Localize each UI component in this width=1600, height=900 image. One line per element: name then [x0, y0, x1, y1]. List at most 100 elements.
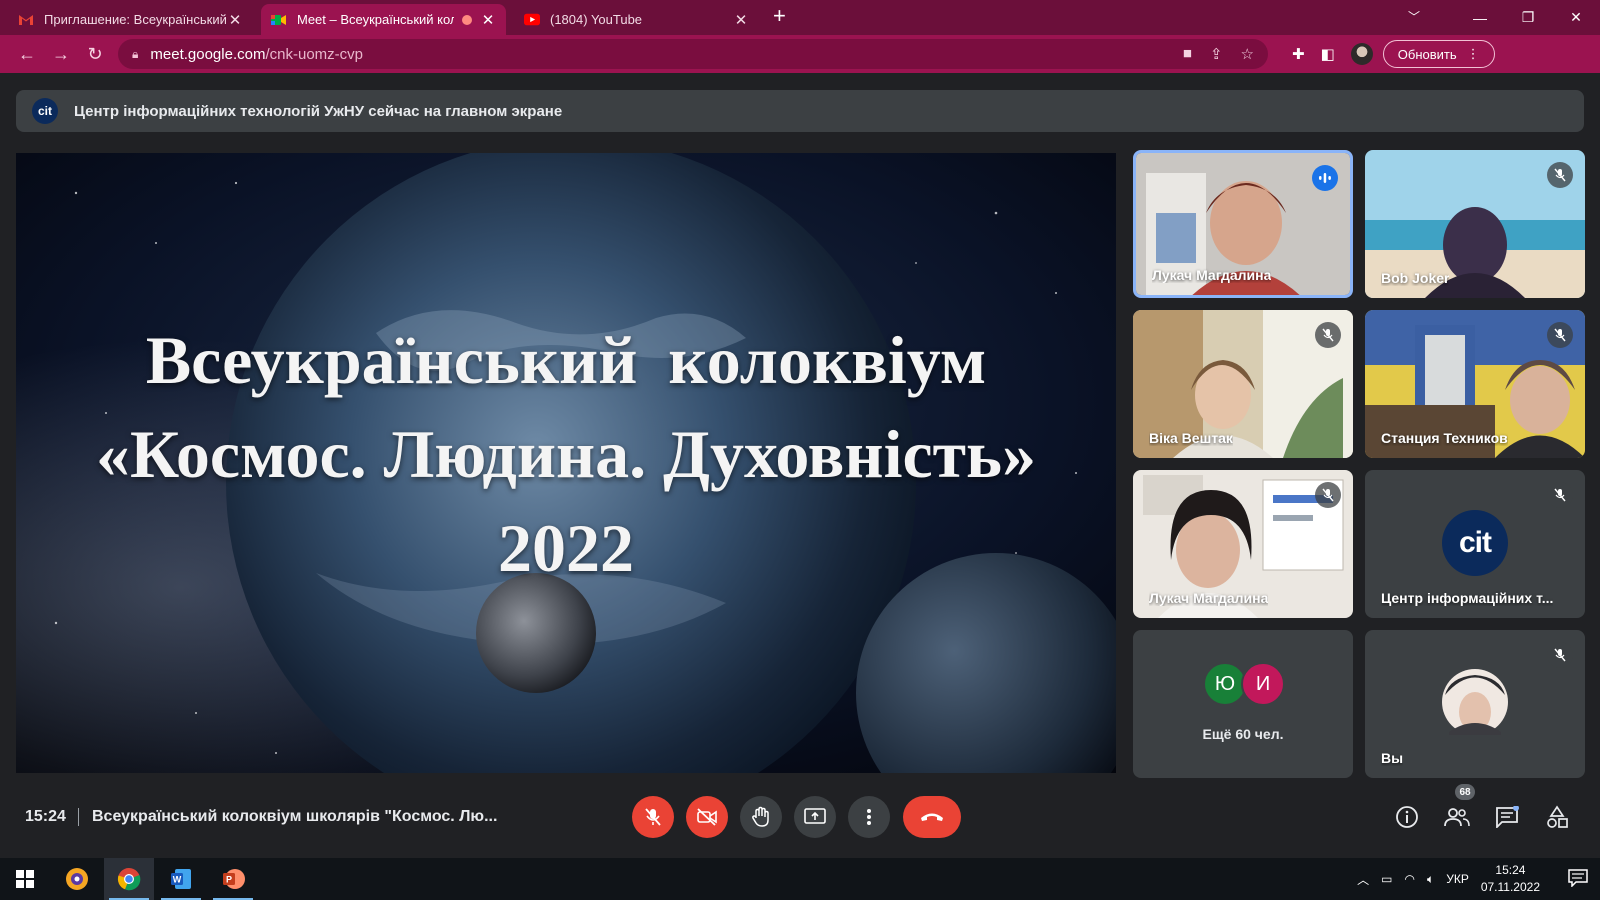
- camera-off-icon: [697, 808, 717, 826]
- back-button[interactable]: ←: [10, 39, 44, 69]
- system-tray: ︿ ▭ ◠ 🔈︎ УКР 15:24 07.11.2022: [1357, 858, 1540, 900]
- divider: [78, 808, 79, 826]
- restore-button[interactable]: ❐: [1504, 0, 1552, 35]
- taskbar-app-word[interactable]: W: [156, 858, 206, 900]
- participant-name: Лукач Магдалина: [1152, 267, 1272, 283]
- profile-avatar[interactable]: [1350, 43, 1373, 65]
- extensions-puzzle-icon[interactable]: ✚: [1292, 45, 1305, 63]
- self-tile[interactable]: Вы: [1365, 630, 1585, 778]
- browser-tab-strip: Приглашение: Всеукраїнський к ✕ Meet – В…: [0, 0, 1600, 35]
- muted-mic-icon: [1547, 322, 1573, 348]
- tray-chevron-up-icon[interactable]: ︿: [1357, 871, 1369, 888]
- clock-time: 15:24: [1495, 863, 1526, 877]
- participant-name: Центр інформаційних т...: [1381, 590, 1554, 606]
- taskbar-app-chrome[interactable]: [104, 858, 154, 900]
- slide-year: 2022: [498, 510, 634, 586]
- bookmark-star-icon[interactable]: ☆: [1241, 45, 1254, 63]
- system-clock[interactable]: 15:24 07.11.2022: [1481, 862, 1540, 896]
- participant-tile[interactable]: Лукач Магдалина: [1133, 470, 1353, 618]
- reload-button[interactable]: ↻: [78, 39, 112, 69]
- kebab-menu-icon[interactable]: ⋮: [1467, 46, 1480, 62]
- mic-off-icon: [645, 808, 661, 826]
- side-panel-icon[interactable]: ◧: [1321, 45, 1335, 63]
- minimize-button[interactable]: —: [1456, 0, 1504, 35]
- leave-call-button[interactable]: [903, 796, 961, 838]
- participant-grid: Лукач Магдалина Bob Joker Віка Вештак Ст…: [1133, 150, 1585, 778]
- speaking-indicator-icon: [1312, 165, 1338, 191]
- people-button[interactable]: [1442, 802, 1472, 832]
- more-avatars: Ю И: [1203, 662, 1287, 706]
- windows-taskbar: W P ︿ ▭ ◠ 🔈︎ УКР 15:24 07.11.2022: [0, 858, 1600, 900]
- participant-tile[interactable]: Віка Вештак: [1133, 310, 1353, 458]
- kebab-menu-icon: [867, 809, 871, 825]
- svg-text:P: P: [226, 875, 232, 885]
- presenting-banner: cit Центр інформаційних технологій УжНУ …: [16, 90, 1584, 132]
- participant-tile[interactable]: cit Центр інформаційних т...: [1365, 470, 1585, 618]
- chat-icon: [1496, 806, 1519, 828]
- tab-search-chevron-icon[interactable]: ﹀: [1408, 8, 1420, 25]
- slide-text: Всеукраїнський колоквіум «Космос. Людина…: [16, 313, 1116, 595]
- meeting-clock: 15:24: [25, 808, 66, 825]
- shared-screen[interactable]: Всеукраїнський колоквіум «Космос. Людина…: [16, 153, 1116, 773]
- hang-up-icon: [921, 813, 943, 821]
- taskbar-app-powerpoint[interactable]: P: [208, 858, 258, 900]
- chrome-icon: [117, 868, 141, 891]
- camera-in-use-icon[interactable]: ■: [1183, 45, 1192, 63]
- more-participants-tile[interactable]: Ю И Ещё 60 чел.: [1133, 630, 1353, 778]
- toggle-camera-button[interactable]: [686, 796, 728, 838]
- slide-title-line2: «Космос. Людина. Духовність»: [95, 416, 1037, 492]
- toggle-microphone-button[interactable]: [632, 796, 674, 838]
- close-icon[interactable]: ✕: [733, 11, 749, 29]
- tab-meet[interactable]: Meet – Всеукраїнський колс ✕: [261, 4, 506, 35]
- muted-mic-icon: [1315, 482, 1341, 508]
- muted-mic-icon: [1547, 642, 1573, 668]
- forward-button[interactable]: →: [44, 39, 78, 69]
- slide-title-line1: Всеукраїнський колоквіум: [145, 322, 987, 398]
- participants-count-badge: 68: [1455, 784, 1475, 800]
- lock-icon[interactable]: 🔒︎: [132, 47, 138, 62]
- start-button[interactable]: [0, 858, 50, 900]
- tab-title: Meet – Всеукраїнський колс: [297, 12, 454, 27]
- recording-indicator: [462, 14, 472, 25]
- notifications-button[interactable]: [1568, 869, 1588, 892]
- wifi-icon[interactable]: ◠: [1405, 872, 1415, 886]
- word-icon: W: [171, 869, 191, 889]
- close-icon[interactable]: ✕: [227, 11, 243, 29]
- svg-text:W: W: [173, 875, 182, 885]
- meeting-details-button[interactable]: [1392, 802, 1422, 832]
- participant-tile[interactable]: Станция Техников: [1365, 310, 1585, 458]
- muted-mic-icon: [1547, 482, 1573, 508]
- language-indicator[interactable]: УКР: [1446, 872, 1469, 886]
- raise-hand-button[interactable]: [740, 796, 782, 838]
- participant-tile[interactable]: Bob Joker: [1365, 150, 1585, 298]
- activities-button[interactable]: [1542, 802, 1572, 832]
- meeting-title: Всеукраїнський колоквіум школярів "Космо…: [92, 808, 498, 825]
- powerpoint-icon: P: [223, 869, 245, 889]
- update-button[interactable]: Обновить ⋮: [1382, 40, 1495, 68]
- share-icon[interactable]: ⇪: [1210, 45, 1223, 63]
- tab-youtube[interactable]: (1804) YouTube ✕: [514, 4, 759, 35]
- url-host: meet.google.com: [150, 45, 266, 63]
- volume-icon[interactable]: 🔈︎: [1427, 872, 1434, 887]
- tab-gmail[interactable]: Приглашение: Всеукраїнський к ✕: [8, 4, 253, 35]
- hand-icon: [752, 806, 769, 827]
- muted-mic-icon: [1315, 322, 1341, 348]
- browser-toolbar: ← → ↻ 🔒︎ meet.google.com/cnk-uomz-cvp ■ …: [0, 35, 1600, 73]
- people-icon: [1444, 808, 1470, 827]
- close-icon[interactable]: ✕: [480, 11, 496, 29]
- new-tab-button[interactable]: +: [773, 3, 786, 29]
- window-close-button[interactable]: ✕: [1552, 0, 1600, 35]
- more-options-button[interactable]: [848, 796, 890, 838]
- self-label: Вы: [1381, 750, 1404, 766]
- participant-avatar: cit: [1442, 510, 1508, 576]
- chat-button[interactable]: [1492, 802, 1522, 832]
- more-participants-label: Ещё 60 чел.: [1202, 726, 1284, 742]
- meet-icon: [271, 12, 287, 28]
- address-bar[interactable]: 🔒︎ meet.google.com/cnk-uomz-cvp ■ ⇪ ☆: [118, 39, 1268, 69]
- taskbar-app-browser[interactable]: [52, 858, 102, 900]
- update-label: Обновить: [1397, 46, 1457, 62]
- battery-icon[interactable]: ▭: [1381, 872, 1392, 886]
- windows-logo-icon: [16, 870, 34, 888]
- present-screen-button[interactable]: [794, 796, 836, 838]
- participant-tile[interactable]: Лукач Магдалина: [1133, 150, 1353, 298]
